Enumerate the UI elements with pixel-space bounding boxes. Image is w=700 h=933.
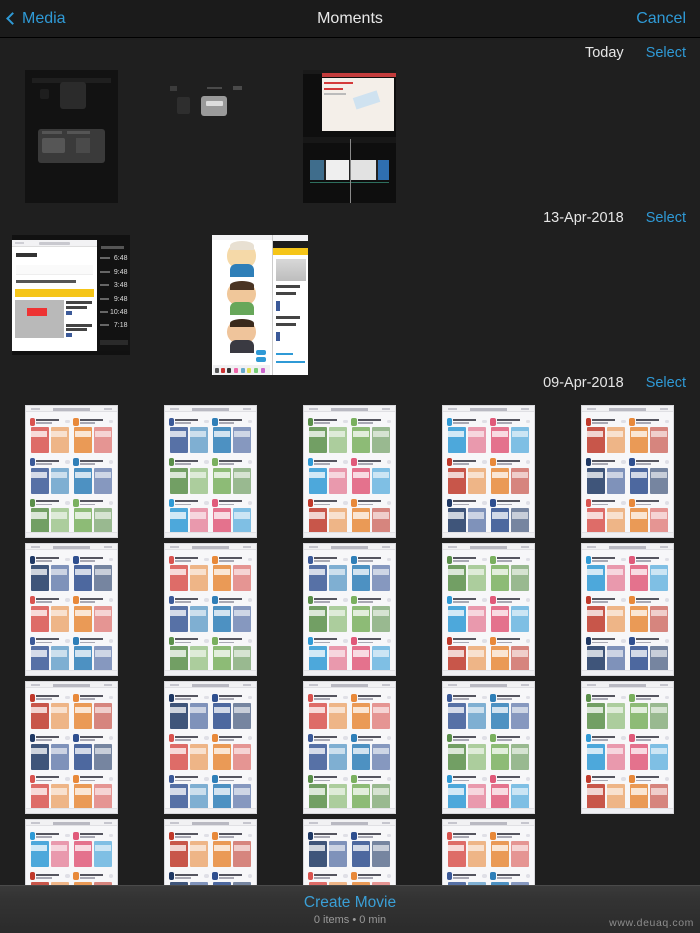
section-13-apr-2018: 13-Apr-2018 Select 6:48 9:48 3:48 9:48 1… (0, 203, 700, 375)
watermark-label: www.deuaq.com (609, 917, 694, 929)
cancel-button[interactable]: Cancel (636, 10, 686, 28)
bottom-toolbar: Create Movie 0 items • 0 min www.deuaq.c… (0, 885, 700, 933)
section-date-label: Today (584, 45, 624, 61)
photo-thumbnail[interactable] (303, 70, 396, 203)
section-date-label: 09-Apr-2018 (543, 375, 624, 391)
photo-thumbnail[interactable] (581, 405, 674, 538)
moments-picker-screen: Media Moments Cancel Today Select 13-Apr… (0, 0, 700, 933)
photo-thumbnail[interactable] (25, 681, 118, 814)
photo-thumbnail[interactable] (581, 543, 674, 676)
photo-thumbnail[interactable] (164, 405, 257, 538)
section-select-button[interactable]: Select (646, 375, 686, 391)
page-title: Moments (317, 9, 383, 27)
photo-thumbnail[interactable] (442, 543, 535, 676)
photo-thumbnail[interactable] (442, 405, 535, 538)
section-today: Today Select (0, 38, 700, 203)
photo-thumbnail[interactable] (164, 70, 257, 203)
photo-thumbnail[interactable] (164, 681, 257, 814)
photo-thumbnail[interactable] (303, 681, 396, 814)
photo-thumbnail[interactable]: 6:48 9:48 3:48 9:48 10:48 7:18 (12, 235, 130, 355)
section-select-button[interactable]: Select (646, 45, 686, 61)
section-date-label: 13-Apr-2018 (543, 210, 624, 226)
section-header: 09-Apr-2018 Select (0, 368, 700, 398)
photo-thumbnail[interactable] (581, 681, 674, 814)
thumbnail-row (25, 405, 700, 538)
back-button[interactable]: Media (0, 10, 66, 28)
thumbnail-row (25, 681, 700, 814)
section-09-apr-2018: 09-Apr-2018 Select (0, 368, 700, 898)
thumbnail-row (0, 68, 700, 203)
chevron-left-icon (6, 12, 19, 25)
section-header: 13-Apr-2018 Select (0, 203, 700, 233)
thumbnail-row: 6:48 9:48 3:48 9:48 10:48 7:18 (0, 233, 700, 375)
navigation-bar: Media Moments Cancel (0, 0, 700, 38)
photo-thumbnail[interactable] (212, 235, 308, 375)
photo-thumbnail[interactable] (25, 405, 118, 538)
photo-thumbnail[interactable] (303, 543, 396, 676)
photo-thumbnail[interactable] (25, 543, 118, 676)
photo-thumbnail[interactable] (164, 543, 257, 676)
photo-thumbnail[interactable] (442, 681, 535, 814)
photo-grid (0, 398, 700, 898)
photo-thumbnail[interactable] (25, 70, 118, 203)
section-select-button[interactable]: Select (646, 210, 686, 226)
thumbnail-row (25, 543, 700, 676)
photo-thumbnail[interactable] (303, 405, 396, 538)
create-movie-button[interactable]: Create Movie (304, 894, 396, 912)
selection-status-label: 0 items • 0 min (313, 913, 387, 926)
back-button-label: Media (22, 9, 66, 27)
section-header: Today Select (0, 38, 700, 68)
